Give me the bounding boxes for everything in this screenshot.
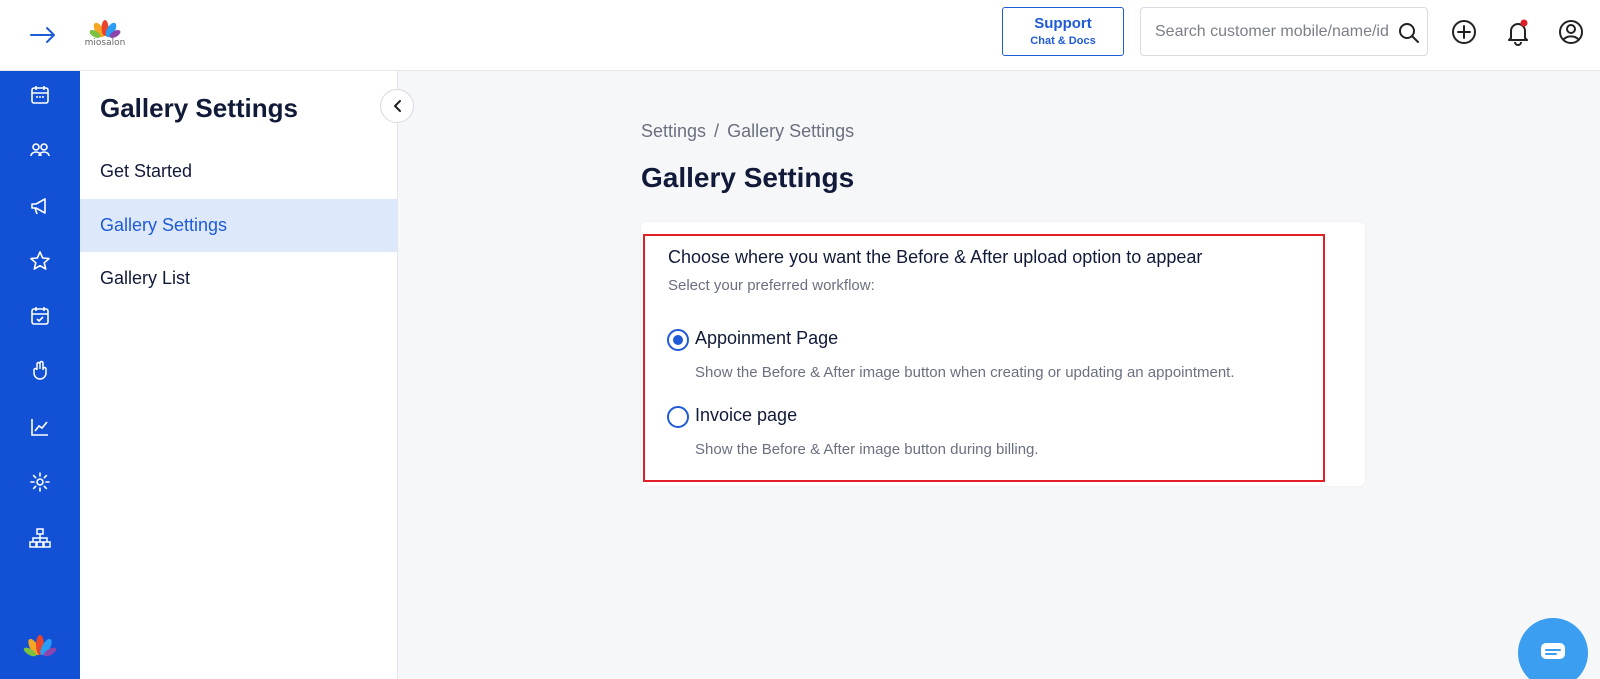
calendar-icon[interactable] xyxy=(29,84,51,106)
invoice-page-description: Show the Before & After image button dur… xyxy=(695,441,1039,458)
sidebar-item-gallery-list[interactable]: Gallery List xyxy=(80,252,397,305)
star-icon[interactable] xyxy=(29,250,51,272)
chart-icon[interactable] xyxy=(29,416,51,438)
appointment-page-label[interactable]: Appoinment Page xyxy=(695,328,838,349)
miosalon-logo[interactable]: miosalon xyxy=(80,18,130,54)
logo-text: miosalon xyxy=(84,38,126,48)
top-bar: miosalon Support Chat & Docs xyxy=(0,0,1600,71)
settings-sidebar: Gallery Settings Get Started Gallery Set… xyxy=(80,71,398,679)
sidebar-item-get-started[interactable]: Get Started xyxy=(80,145,397,198)
breadcrumb-settings-link[interactable]: Settings xyxy=(641,121,706,142)
breadcrumb-current: Gallery Settings xyxy=(727,121,855,141)
invoice-page-radio[interactable] xyxy=(667,406,689,428)
support-button[interactable]: Support Chat & Docs xyxy=(1002,7,1124,56)
hand-icon[interactable] xyxy=(29,359,51,381)
chat-icon xyxy=(1541,643,1565,659)
chat-widget-button[interactable] xyxy=(1518,618,1588,679)
page-title: Gallery Settings xyxy=(641,162,855,193)
customers-icon[interactable] xyxy=(29,139,51,161)
card-subheading: Select your preferred workflow: xyxy=(668,277,875,294)
gear-icon[interactable] xyxy=(29,471,51,493)
calendar-check-icon[interactable] xyxy=(29,305,51,327)
invoice-page-label[interactable]: Invoice page xyxy=(695,405,797,426)
main-nav xyxy=(0,71,80,679)
breadcrumb-separator: / xyxy=(714,121,720,141)
expand-arrow-icon[interactable] xyxy=(28,22,58,48)
search-input[interactable] xyxy=(1155,20,1393,44)
notification-bell-icon[interactable] xyxy=(1504,18,1532,46)
appointment-page-description: Show the Before & After image button whe… xyxy=(695,364,1235,381)
collapse-sidebar-button[interactable] xyxy=(380,89,414,123)
support-title: Support xyxy=(1034,15,1092,32)
breadcrumb: Settings / Gallery Settings xyxy=(641,121,854,142)
appointment-page-radio[interactable] xyxy=(667,329,689,351)
brand-logo-icon xyxy=(22,631,58,661)
sitemap-icon[interactable] xyxy=(29,527,51,549)
search-box xyxy=(1140,7,1428,56)
sidebar-item-gallery-settings[interactable]: Gallery Settings xyxy=(80,199,397,252)
add-circle-icon[interactable] xyxy=(1450,18,1478,46)
support-subtitle: Chat & Docs xyxy=(1030,35,1096,47)
user-profile-icon[interactable] xyxy=(1557,18,1585,46)
card-heading: Choose where you want the Before & After… xyxy=(668,247,1203,267)
search-icon[interactable] xyxy=(1397,21,1421,45)
megaphone-icon[interactable] xyxy=(29,195,51,217)
sidebar-title: Gallery Settings xyxy=(100,93,298,123)
chevron-left-icon xyxy=(394,100,401,112)
